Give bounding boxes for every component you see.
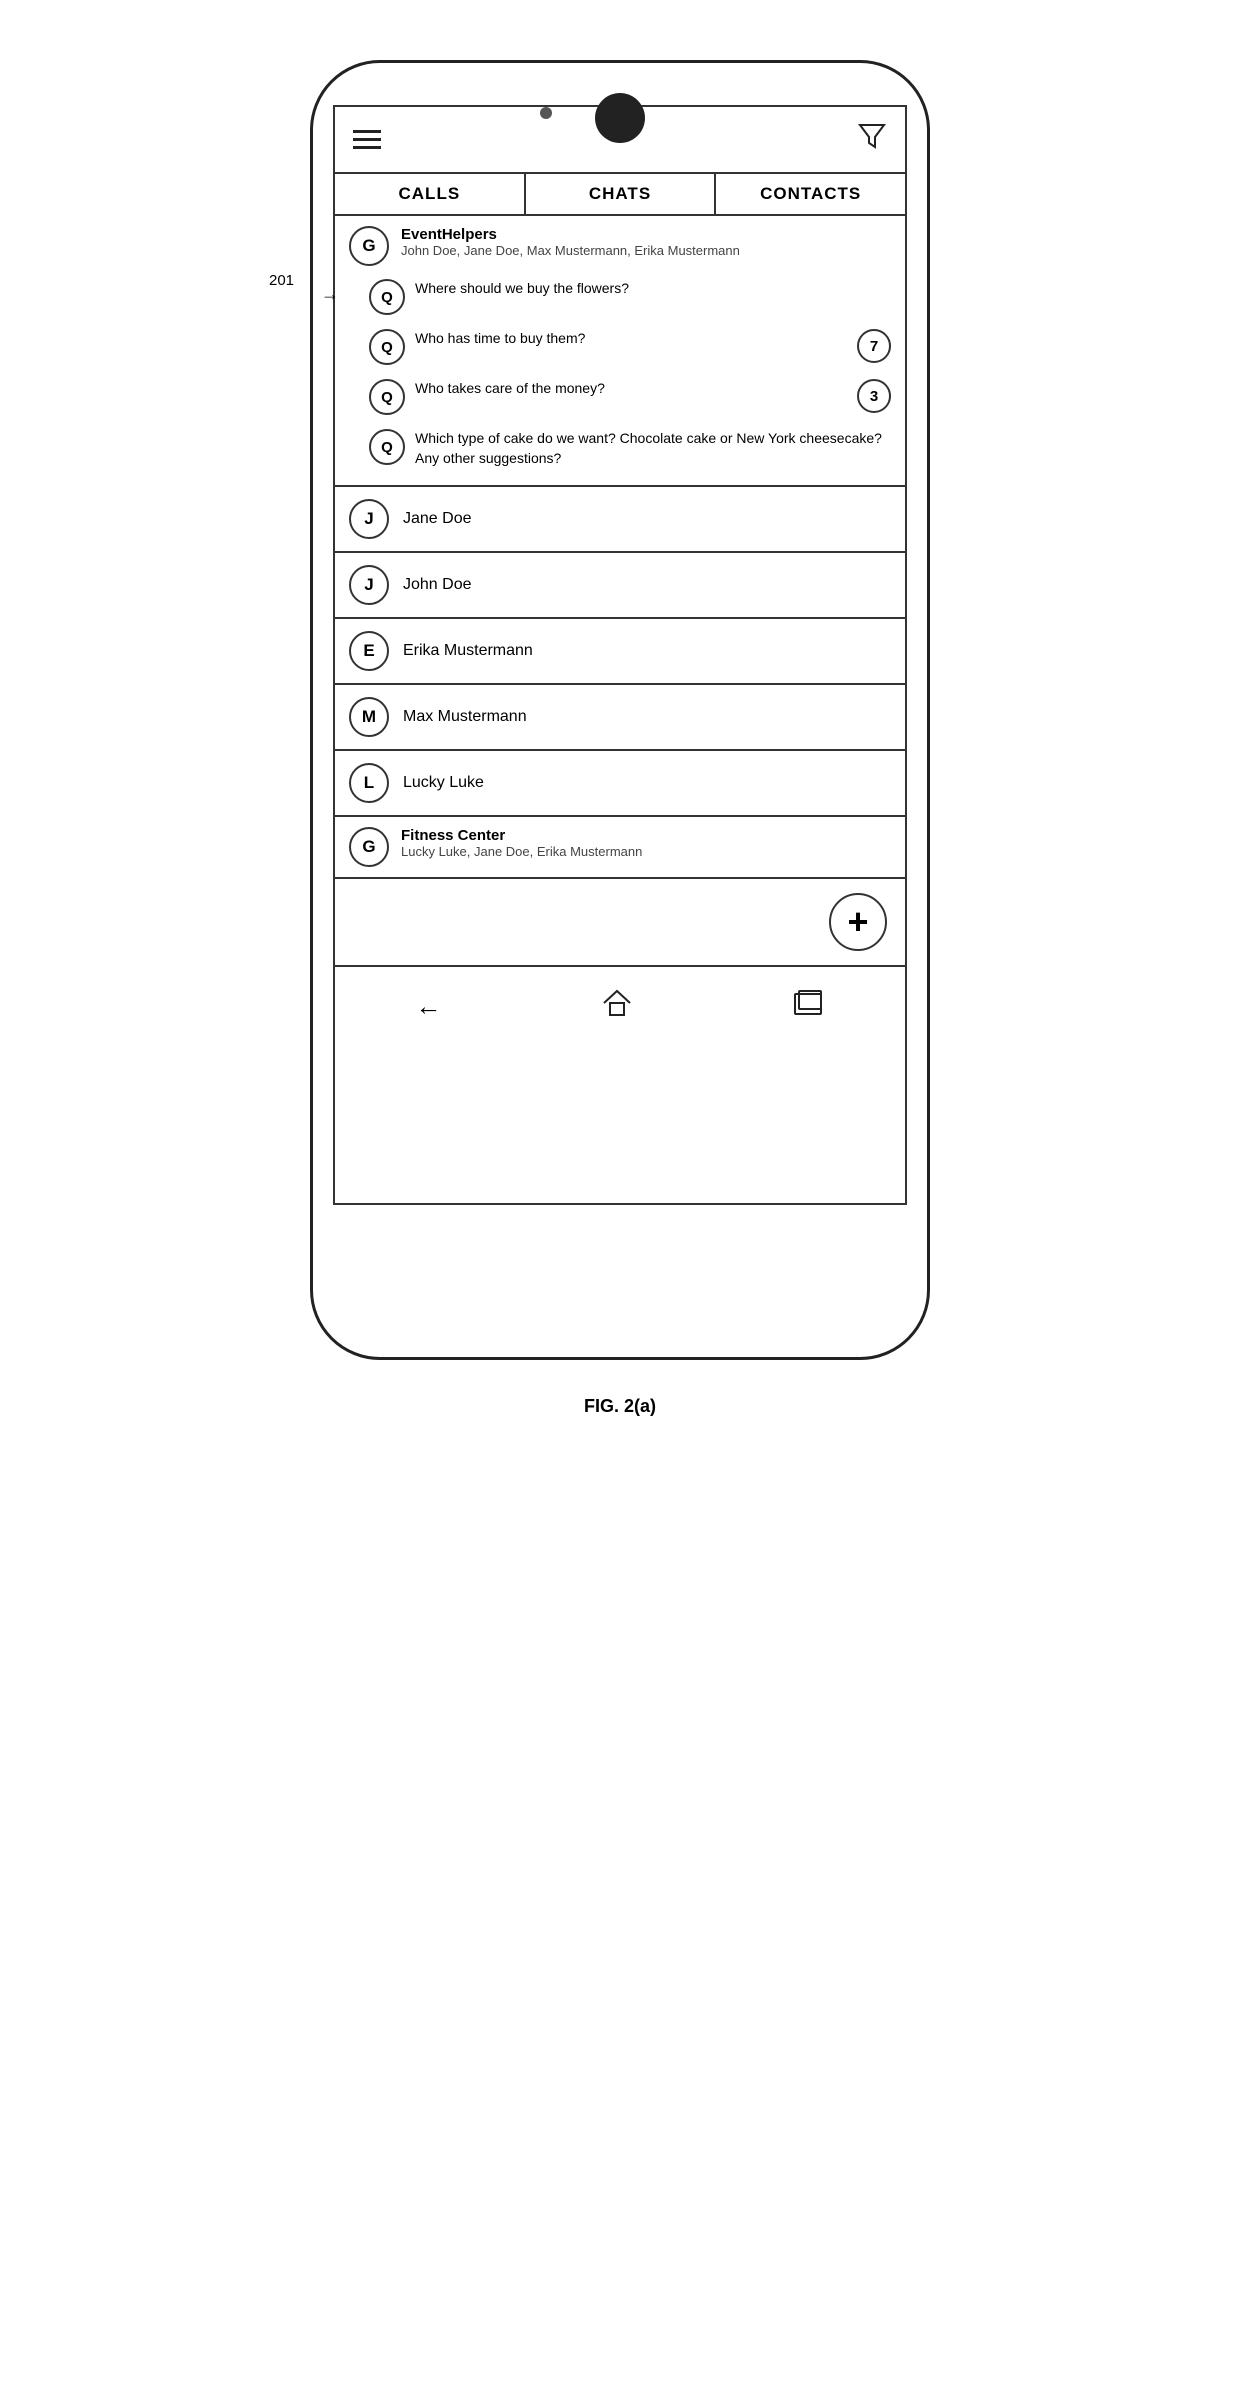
contact-item-erika[interactable]: E Erika Mustermann: [335, 619, 905, 685]
thread-4-text: Which type of cake do we want? Chocolate…: [415, 429, 891, 468]
nav-home-button[interactable]: [592, 985, 642, 1028]
group-contact-name: Fitness Center: [401, 827, 642, 844]
contact-avatar-jane: J: [349, 499, 389, 539]
group-contact-info: Fitness Center Lucky Luke, Jane Doe, Eri…: [401, 827, 642, 859]
figure-caption: FIG. 2(a): [584, 1396, 656, 1417]
contact-name-erika: Erika Mustermann: [403, 642, 533, 660]
tab-chats[interactable]: CHATS: [526, 174, 717, 214]
message-thread-2[interactable]: Q Who has time to buy them? 7: [359, 322, 891, 372]
nav-recents-button[interactable]: [783, 986, 835, 1027]
contact-name-jane: Jane Doe: [403, 510, 472, 528]
tabs: CALLS CHATS CONTACTS: [335, 174, 905, 216]
tab-calls[interactable]: CALLS: [335, 174, 526, 214]
group-chat-name: EventHelpers: [401, 226, 740, 243]
contact-name-max: Max Mustermann: [403, 708, 527, 726]
message-threads: 201 → Q Where should we buy the flowers?: [349, 272, 891, 475]
hamburger-icon[interactable]: [353, 130, 381, 149]
contact-name-john: John Doe: [403, 576, 472, 594]
group-chat-members: John Doe, Jane Doe, Max Mustermann, Erik…: [401, 243, 740, 258]
contact-item-jane-doe[interactable]: J Jane Doe: [335, 487, 905, 553]
annotation-label-201: 201: [269, 272, 294, 289]
add-button[interactable]: +: [829, 893, 887, 951]
thread-3-text: Who takes care of the money?: [415, 379, 847, 399]
nav-bar: ←: [335, 967, 905, 1046]
front-camera: [595, 93, 645, 143]
thread-3-avatar: Q: [369, 379, 405, 415]
message-thread-3[interactable]: Q Who takes care of the money? 3: [359, 372, 891, 422]
tab-contacts[interactable]: CONTACTS: [716, 174, 905, 214]
chat-list: G EventHelpers John Doe, Jane Doe, Max M…: [335, 216, 905, 1203]
message-thread-4[interactable]: Q Which type of cake do we want? Chocola…: [359, 422, 891, 475]
thread-2-text: Who has time to buy them?: [415, 329, 847, 349]
add-button-row: +: [335, 879, 905, 967]
group-contact-avatar: G: [349, 827, 389, 867]
contact-avatar-john: J: [349, 565, 389, 605]
thread-1-text: Where should we buy the flowers?: [415, 279, 891, 299]
group-contact-fitness[interactable]: G Fitness Center Lucky Luke, Jane Doe, E…: [335, 817, 905, 879]
thread-2-avatar: Q: [369, 329, 405, 365]
thread-1-avatar: Q: [369, 279, 405, 315]
group-chat-info: EventHelpers John Doe, Jane Doe, Max Mus…: [401, 226, 740, 258]
message-thread-1[interactable]: Q Where should we buy the flowers?: [359, 272, 891, 322]
filter-icon[interactable]: [857, 121, 887, 158]
nav-back-button[interactable]: ←: [405, 987, 451, 1026]
group-contact-members: Lucky Luke, Jane Doe, Erika Mustermann: [401, 844, 642, 859]
group-chat-header: G EventHelpers John Doe, Jane Doe, Max M…: [349, 226, 891, 266]
thread-3-unread-badge: 3: [857, 379, 891, 413]
contact-item-max[interactable]: M Max Mustermann: [335, 685, 905, 751]
contact-name-lucky: Lucky Luke: [403, 774, 484, 792]
contact-item-lucky[interactable]: L Lucky Luke: [335, 751, 905, 817]
thread-4-avatar: Q: [369, 429, 405, 465]
front-dot: [540, 107, 552, 119]
contact-avatar-max: M: [349, 697, 389, 737]
group-chat-avatar: G: [349, 226, 389, 266]
phone-shell: CALLS CHATS CONTACTS G: [310, 60, 930, 1360]
contact-avatar-erika: E: [349, 631, 389, 671]
contact-item-john-doe[interactable]: J John Doe: [335, 553, 905, 619]
screen: CALLS CHATS CONTACTS G: [333, 105, 907, 1205]
annotation-arrow-icon: →: [321, 284, 339, 305]
page-wrapper: CALLS CHATS CONTACTS G: [310, 60, 930, 1417]
contact-avatar-lucky: L: [349, 763, 389, 803]
group-chat-item[interactable]: G EventHelpers John Doe, Jane Doe, Max M…: [335, 216, 905, 487]
annotation-container: 201 → Q Where should we buy the flowers?: [359, 272, 891, 322]
thread-2-unread-badge: 7: [857, 329, 891, 363]
